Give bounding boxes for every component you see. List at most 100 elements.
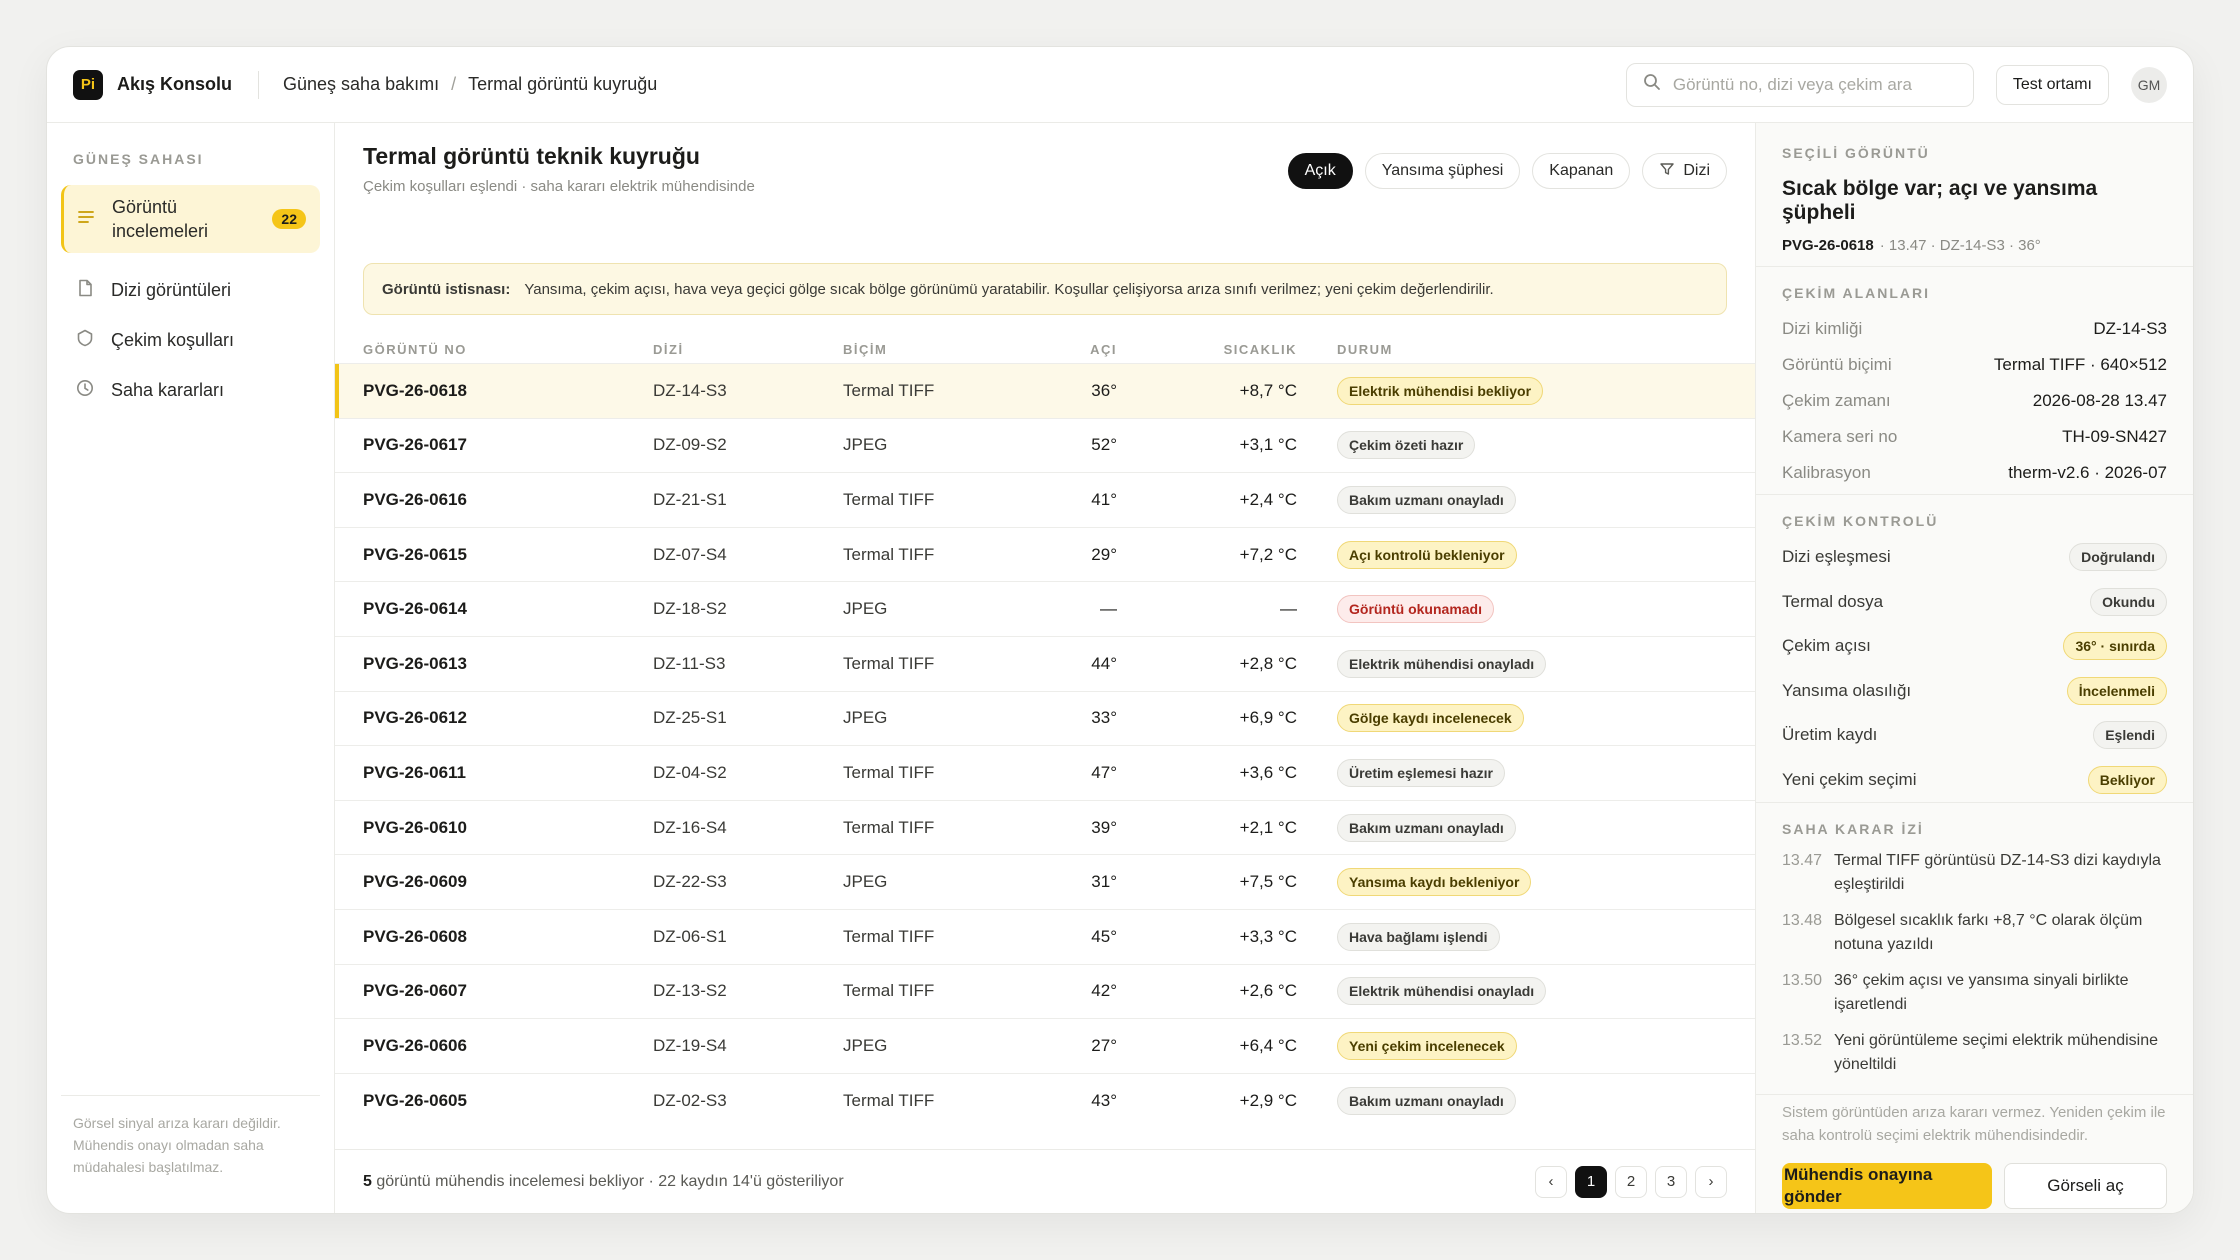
selected-image-summary: SEÇİLİ GÖRÜNTÜ Sıcak bölge var; açı ve y… [1756, 123, 2193, 267]
format-cell: JPEG [843, 1035, 888, 1055]
table-row[interactable]: PVG-26-0612 DZ-25-S1 JPEG 33° +6,9 °C Gölge k… [335, 690, 1755, 746]
sidebar-item-string-images[interactable]: Dizi görüntüleri [61, 265, 320, 315]
count-badge: 22 [272, 209, 306, 229]
main-content: Termal görüntü teknik kuyruğu Çekim koşu… [335, 123, 1755, 1213]
sidebar-item-site-decisions[interactable]: Saha kararları [61, 365, 320, 415]
check-row: Üretim kaydı Eşlendi [1782, 713, 2167, 758]
capture-checks: ÇEKİM KONTROLÜ Dizi eşleşmesi Doğrulandı T… [1756, 495, 2193, 803]
status-cell: Bakım uzmanı onayladı [1337, 473, 1516, 527]
check-row: Çekim açısı 36° · sınırda [1782, 624, 2167, 669]
table-row[interactable]: PVG-26-0609 DZ-22-S3 JPEG 31° +7,5 °C Yansıma… [335, 854, 1755, 909]
avatar[interactable]: GM [2131, 66, 2167, 103]
angle-cell: 39° [1091, 817, 1117, 837]
next-page-button[interactable]: › [1695, 1165, 1727, 1198]
check-label: Çekim açısı [1782, 636, 1871, 656]
log-text: 36° çekim açısı ve yansıma sinyali birli… [1834, 972, 2129, 1013]
pending-count: 5 [363, 1172, 372, 1190]
status-cell: Elektrik mühendisi onayladı [1337, 965, 1547, 1019]
field-value: TH-09-SN427 [2062, 427, 2167, 446]
table-row[interactable]: PVG-26-0605 DZ-02-S3 Termal TIFF 43° +2,9 °C… [335, 1072, 1755, 1128]
table-row[interactable]: PVG-26-0606 DZ-19-S4 JPEG 27° +6,4 °C Yeni çe… [335, 1018, 1755, 1073]
breadcrumb-item-site[interactable]: Güneş saha bakımı [283, 74, 439, 95]
image-id-cell: PVG-26-0618 [363, 380, 467, 400]
temperature-cell: +3,3 °C [1239, 926, 1297, 946]
angle-cell: 42° [1091, 981, 1117, 1001]
field-row: Kalibrasyon therm-v2.6 · 2026-07 [1782, 455, 2167, 491]
image-id-cell: PVG-26-0608 [363, 926, 467, 946]
sidebar-item-capture-conditions[interactable]: Çekim koşulları [61, 315, 320, 365]
table-row[interactable]: PVG-26-0614 DZ-18-S2 JPEG — — Görüntü okunama… [335, 581, 1755, 636]
table-row[interactable]: PVG-26-0608 DZ-06-S1 Termal TIFF 45° +3,3 °C… [335, 908, 1755, 964]
status-cell: Görüntü okunamadı [1337, 582, 1494, 636]
fields-list: Dizi kimliği DZ-14-S3 Görüntü biçimi Termal… [1782, 311, 2167, 491]
field-label: Kalibrasyon [1782, 463, 1871, 482]
string-cell: DZ-06-S1 [653, 926, 727, 946]
field-label: Görüntü biçimi [1782, 355, 1892, 374]
app-window: Pi Akış Konsolu Güneş saha bakımı / Term… [46, 46, 2194, 1214]
document-icon [75, 278, 95, 303]
table-row[interactable]: PVG-26-0613 DZ-11-S3 Termal TIFF 44° +2,8 °C… [335, 635, 1755, 691]
sidebar-section-title: GÜNEŞ SAHASI [73, 151, 204, 167]
check-status-badge: Okundu [2090, 587, 2167, 616]
check-row: Yansıma olasılığı İncelenmeli [1782, 669, 2167, 714]
image-id-cell: PVG-26-0613 [363, 653, 467, 673]
table-row[interactable]: PVG-26-0617 DZ-09-S2 JPEG 52° +3,1 °C Çekim ö… [335, 417, 1755, 473]
temperature-cell: +2,8 °C [1239, 653, 1297, 673]
string-cell: DZ-22-S3 [653, 872, 727, 892]
field-row: Kamera seri no TH-09-SN427 [1782, 419, 2167, 455]
check-status-badge: 36° · sınırda [2063, 632, 2167, 661]
breadcrumb-item-queue: Termal görüntü kuyruğu [468, 74, 658, 94]
image-id-cell: PVG-26-0607 [363, 981, 467, 1001]
sidebar-item-image-reviews[interactable]: Görüntü incelemeleri 22 [61, 185, 320, 253]
search-input[interactable] [1672, 74, 1957, 95]
environment-button[interactable]: Test ortamı [1995, 64, 2109, 105]
table-row[interactable]: PVG-26-0611 DZ-04-S2 Termal TIFF 47° +3,6 °C… [335, 745, 1755, 800]
log-text: Bölgesel sıcaklık farkı +8,7 °C olarak ö… [1834, 912, 2143, 953]
check-row: Yeni çekim seçimi Bekliyor [1782, 758, 2167, 803]
format-cell: JPEG [843, 435, 888, 455]
temperature-cell: +3,6 °C [1239, 762, 1297, 782]
check-label: Yansıma olasılığı [1782, 680, 1912, 700]
prev-page-button[interactable]: ‹ [1535, 1165, 1567, 1198]
filter-reflection[interactable]: Yansıma şüphesi [1364, 153, 1521, 189]
detail-panel: SEÇİLİ GÖRÜNTÜ Sıcak bölge var; açı ve y… [1755, 123, 2193, 1213]
filter-closed[interactable]: Kapanan [1532, 153, 1631, 189]
filter-string[interactable]: Dizi [1642, 153, 1727, 189]
table-row[interactable]: PVG-26-0610 DZ-16-S4 Termal TIFF 39° +2,1 °C… [335, 799, 1755, 855]
divider [258, 70, 260, 99]
filter-open[interactable]: Açık [1287, 153, 1353, 189]
image-id-cell: PVG-26-0610 [363, 817, 467, 837]
status-badge: Bakım uzmanı onayladı [1337, 813, 1516, 842]
table-row[interactable]: PVG-26-0618 DZ-14-S3 Termal TIFF 36° +8,7 °C… [335, 363, 1755, 418]
angle-cell: 52° [1091, 435, 1117, 455]
send-for-approval-button[interactable]: Mühendis onayına gönder [1782, 1163, 1992, 1209]
status-badge: Açı kontrolü bekleniyor [1337, 540, 1517, 569]
checks-label: ÇEKİM KONTROLÜ [1782, 513, 1939, 529]
banner-title: Görüntü istisnası: [382, 280, 511, 298]
check-row: Dizi eşleşmesi Doğrulandı [1782, 535, 2167, 580]
log-text: Termal TIFF görüntüsü DZ-14-S3 dizi kayd… [1834, 852, 2161, 893]
log-time: 13.52 [1782, 1032, 1823, 1049]
page-3-button[interactable]: 3 [1655, 1165, 1687, 1198]
format-cell: JPEG [843, 872, 888, 892]
string-cell: DZ-16-S4 [653, 817, 727, 837]
search-box[interactable] [1625, 62, 1974, 107]
table-row[interactable]: PVG-26-0616 DZ-21-S1 Termal TIFF 41° +2,4 °C… [335, 472, 1755, 527]
open-image-button[interactable]: Görseli aç [2004, 1163, 2167, 1209]
app-logo[interactable]: Pi [73, 69, 103, 100]
table-body: PVG-26-0618 DZ-14-S3 Termal TIFF 36° +8,7 °C… [335, 363, 1755, 1127]
page-2-button[interactable]: 2 [1615, 1165, 1647, 1198]
panel-meta: PVG-26-0618 · 13.47 · DZ-14-S3 · 36° [1782, 237, 2167, 254]
page-1-button[interactable]: 1 [1575, 1165, 1607, 1198]
field-value: DZ-14-S3 [2093, 319, 2167, 338]
string-cell: DZ-11-S3 [653, 653, 726, 673]
table-row[interactable]: PVG-26-0615 DZ-07-S4 Termal TIFF 29° +7,2 °C… [335, 526, 1755, 582]
field-value: 2026-08-28 13.47 [2032, 391, 2167, 410]
angle-cell: 27° [1091, 1035, 1117, 1055]
panel-label: SEÇİLİ GÖRÜNTÜ [1782, 145, 1930, 161]
panel-title: Sıcak bölge var; açı ve yansıma şüpheli [1782, 177, 2098, 224]
pagination: ‹ 1 2 3 › [1535, 1165, 1727, 1198]
selected-image-id: PVG-26-0618 [1782, 237, 1874, 254]
list-icon [76, 207, 96, 232]
table-row[interactable]: PVG-26-0607 DZ-13-S2 Termal TIFF 42° +2,6 °C… [335, 963, 1755, 1019]
